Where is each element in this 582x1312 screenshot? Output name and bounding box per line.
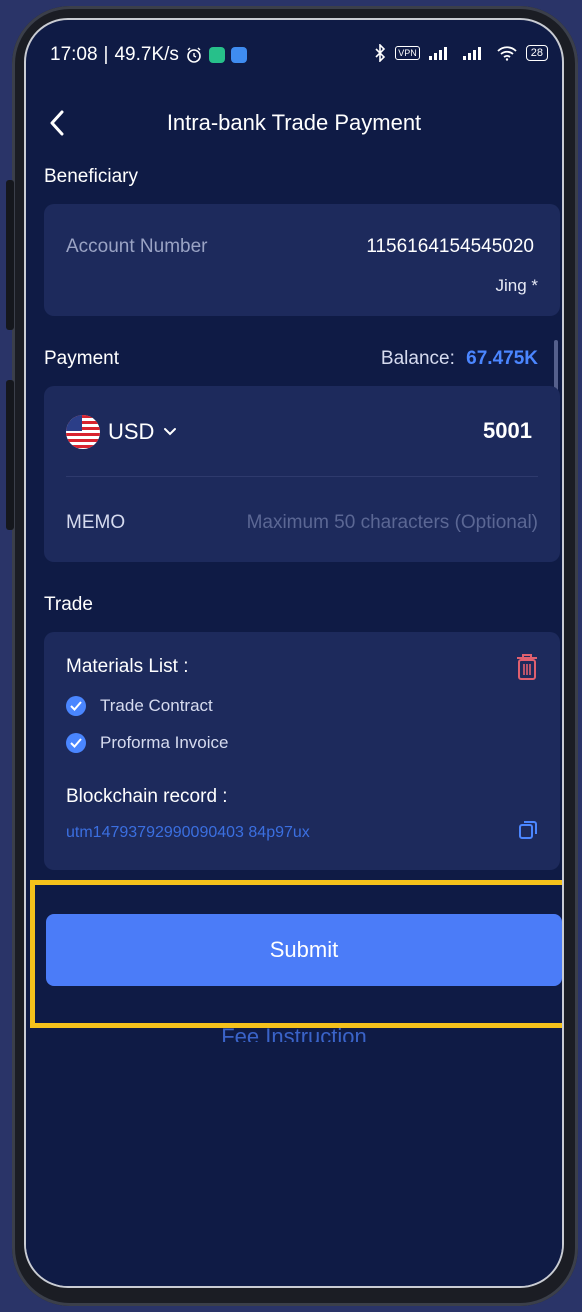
account-number-label: Account Number: [66, 236, 208, 257]
beneficiary-card[interactable]: Account Number 1156164154545020 Jing *: [44, 204, 560, 316]
wifi-icon: [497, 46, 517, 61]
amount-input[interactable]: 5001: [483, 418, 532, 444]
status-right: VPN 28: [373, 44, 548, 62]
delete-button[interactable]: [514, 652, 540, 682]
copy-icon: [519, 821, 537, 839]
phone-side-button: [6, 180, 14, 330]
status-speed: 49.7K/s: [114, 44, 179, 65]
chevron-down-icon: [164, 428, 177, 436]
signal-icon: [462, 47, 481, 60]
memo-input[interactable]: Maximum 50 characters (Optional): [247, 512, 538, 534]
payment-section-label: Payment: [44, 348, 119, 369]
trade-card: Materials List : Trade Contract Proforma…: [44, 632, 560, 870]
currency-selector[interactable]: USD: [66, 412, 178, 452]
status-bar: 17:08 | 49.7K/s VPN 28: [26, 20, 562, 92]
account-number-value: 1156164154545020: [366, 236, 534, 257]
us-flag-icon: [66, 415, 100, 449]
blockchain-record-label: Blockchain record :: [66, 786, 228, 807]
status-time: 17:08: [50, 44, 98, 65]
status-separator: |: [103, 44, 109, 65]
check-circle-icon: [66, 696, 86, 716]
blockchain-record-value[interactable]: utm14793792990090403 84p97ux: [66, 824, 310, 842]
materials-list-label: Materials List :: [66, 656, 189, 677]
battery-indicator: 28: [525, 45, 548, 61]
payment-card: USD 5001 MEMO Maximum 50 characters (Opt…: [44, 386, 560, 562]
trade-section-label: Trade: [44, 594, 93, 615]
status-left: 17:08 | 49.7K/s: [50, 44, 247, 66]
highlight-box: [30, 880, 562, 1028]
bluetooth-icon: [375, 44, 386, 62]
calendar-app-icon: [230, 47, 247, 63]
trash-icon: [517, 654, 537, 680]
balance-value: 67.475K: [466, 348, 538, 369]
material-item-label: Proforma Invoice: [100, 733, 229, 752]
balance-display: Balance: 67.475K: [381, 348, 538, 370]
page-title: Intra-bank Trade Payment: [166, 110, 422, 135]
alarm-icon: [187, 47, 201, 63]
beneficiary-section-label: Beneficiary: [44, 166, 138, 187]
material-item-label: Trade Contract: [100, 696, 213, 715]
phone-side-button: [6, 380, 14, 530]
check-circle-icon: [66, 733, 86, 753]
app-header: Intra-bank Trade Payment: [26, 92, 562, 158]
memo-label: MEMO: [66, 512, 126, 533]
account-name-value: Jing *: [495, 276, 538, 295]
balance-label: Balance:: [380, 348, 455, 369]
copy-button[interactable]: [518, 820, 538, 840]
shield-app-icon: [208, 47, 225, 63]
currency-code: USD: [108, 419, 155, 444]
vpn-badge: VPN: [395, 46, 420, 60]
bottom-area: [26, 1052, 562, 1286]
app-screen: 17:08 | 49.7K/s VPN 28 Intra-bank Trade …: [24, 18, 564, 1288]
payment-divider: [66, 476, 538, 477]
signal-icon: [428, 47, 447, 60]
